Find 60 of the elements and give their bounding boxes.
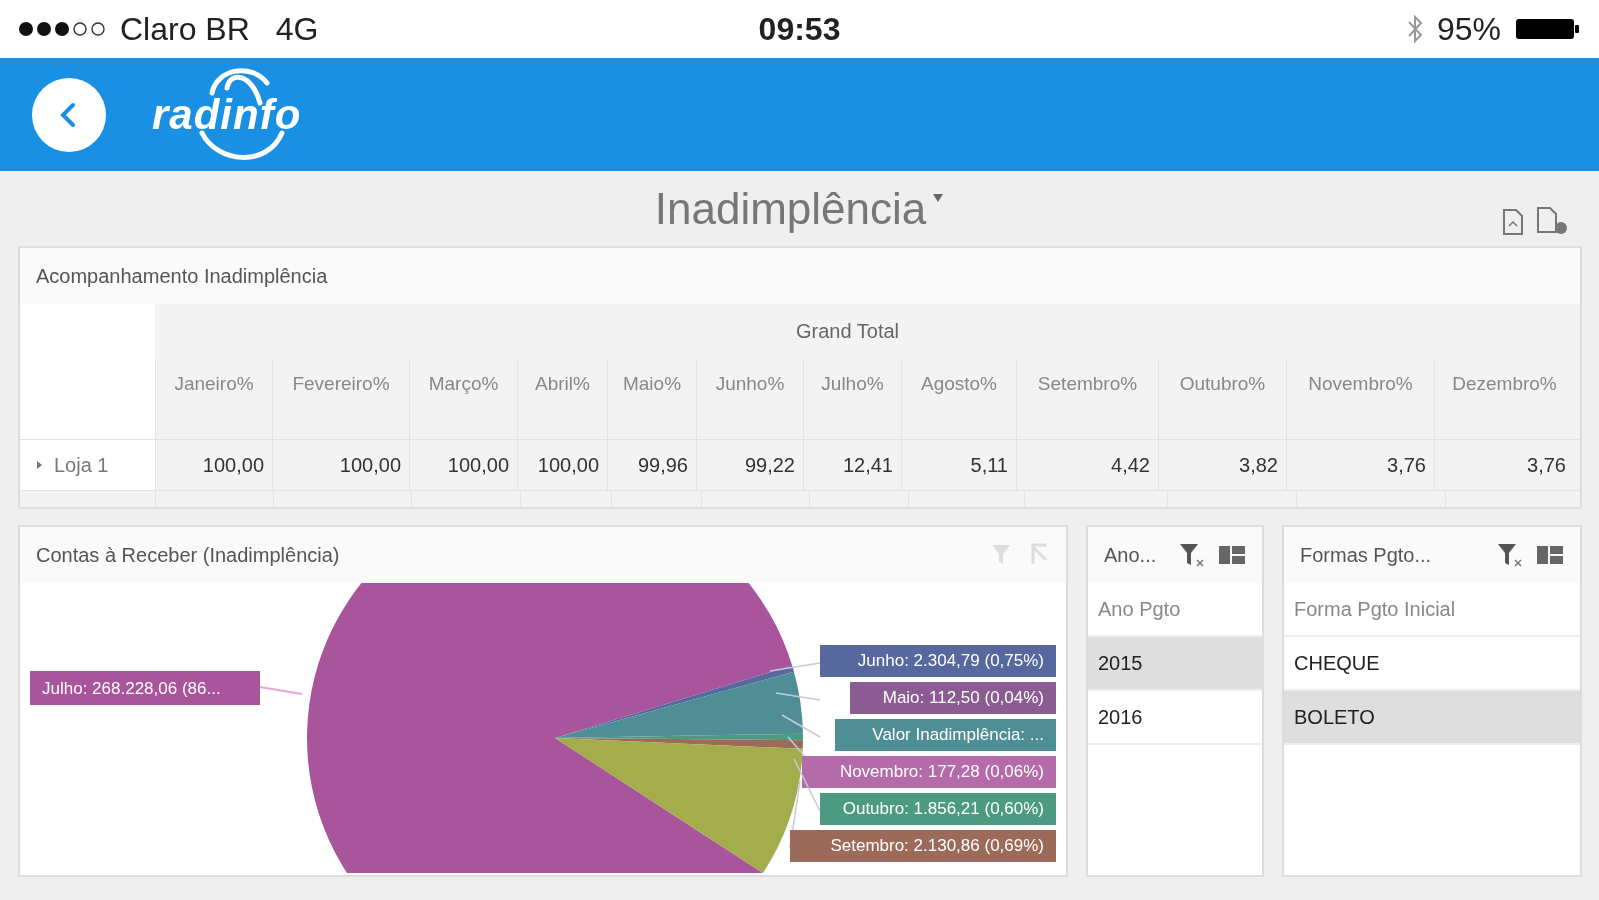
list-header: Forma Pgto Inicial bbox=[1284, 583, 1580, 637]
panel-title: Ano... bbox=[1104, 543, 1157, 567]
clear-filter-icon[interactable] bbox=[1496, 541, 1524, 569]
data-label: Julho: 268.228,06 (86... bbox=[30, 671, 260, 705]
leader-line bbox=[769, 662, 821, 672]
table-cell: 3,82 bbox=[1158, 440, 1286, 490]
list-view-icon[interactable] bbox=[1218, 543, 1246, 567]
table-cell: 3,76 bbox=[1286, 440, 1434, 490]
table-cell: 100,00 bbox=[517, 440, 607, 490]
panel-title: Acompanhamento Inadimplência bbox=[36, 264, 328, 288]
data-label: Novembro: 177,28 (0,06%) bbox=[802, 756, 1056, 788]
data-label: Valor Inadimplência: ... bbox=[835, 719, 1056, 751]
table-cell: 100,00 bbox=[155, 440, 272, 490]
carrier-name: Claro BR bbox=[120, 10, 250, 48]
column-header: Abril% bbox=[517, 359, 607, 439]
caret-icon[interactable] bbox=[932, 193, 945, 203]
column-header: Julho% bbox=[803, 359, 901, 439]
list-item[interactable]: 2016 bbox=[1088, 691, 1262, 745]
table-cell: 100,00 bbox=[272, 440, 409, 490]
expand-icon[interactable] bbox=[34, 460, 44, 470]
panel-title: Formas Pgto... bbox=[1300, 543, 1432, 567]
bluetooth-icon bbox=[1406, 14, 1423, 44]
column-header: Maio% bbox=[607, 359, 696, 439]
panel-title: Contas à Receber (Inadimplência) bbox=[36, 543, 340, 567]
column-group-header: Grand Total bbox=[796, 320, 899, 343]
table-cell: 99,96 bbox=[607, 440, 696, 490]
data-label: Outubro: 1.856,21 (0,60%) bbox=[820, 793, 1056, 825]
leader-line bbox=[259, 686, 303, 695]
table-cell: 12,41 bbox=[803, 440, 901, 490]
list-item[interactable]: 2015 bbox=[1088, 637, 1262, 691]
data-label: Maio: 112,50 (0,04%) bbox=[850, 682, 1056, 714]
column-header: Outubro% bbox=[1158, 359, 1286, 439]
table-cell: 99,22 bbox=[696, 440, 803, 490]
list-view-icon[interactable] bbox=[1536, 543, 1564, 567]
clear-filter-icon[interactable] bbox=[1178, 541, 1206, 569]
clock: 09:53 bbox=[758, 10, 841, 48]
list-item[interactable]: BOLETO bbox=[1284, 691, 1580, 745]
data-label: Setembro: 2.130,86 (0,69%) bbox=[790, 830, 1056, 862]
document-settings-icon[interactable] bbox=[1535, 206, 1569, 236]
column-header: Fevereiro% bbox=[272, 359, 409, 439]
column-header: Junho% bbox=[696, 359, 803, 439]
column-header: Setembro% bbox=[1016, 359, 1158, 439]
table-cell: 3,76 bbox=[1434, 440, 1574, 490]
leader-line bbox=[775, 692, 821, 701]
network-type: 4G bbox=[275, 10, 319, 48]
row-header: Loja 1 bbox=[54, 453, 109, 477]
table-cell: 4,42 bbox=[1016, 440, 1158, 490]
column-header: Dezembro% bbox=[1434, 359, 1574, 439]
battery-percent: 95% bbox=[1436, 10, 1501, 48]
column-header: Janeiro% bbox=[155, 359, 272, 439]
data-label: Junho: 2.304,79 (0,75%) bbox=[820, 645, 1056, 677]
page-title[interactable]: Inadimplência bbox=[654, 183, 927, 234]
column-header: Março% bbox=[409, 359, 517, 439]
battery-icon bbox=[1515, 17, 1581, 41]
table-cell: 5,11 bbox=[901, 440, 1016, 490]
column-header: Agosto% bbox=[901, 359, 1016, 439]
table-cell: 100,00 bbox=[409, 440, 517, 490]
logo-text: radinfo bbox=[152, 90, 302, 139]
document-icon[interactable] bbox=[1501, 208, 1525, 236]
column-header: Novembro% bbox=[1286, 359, 1434, 439]
